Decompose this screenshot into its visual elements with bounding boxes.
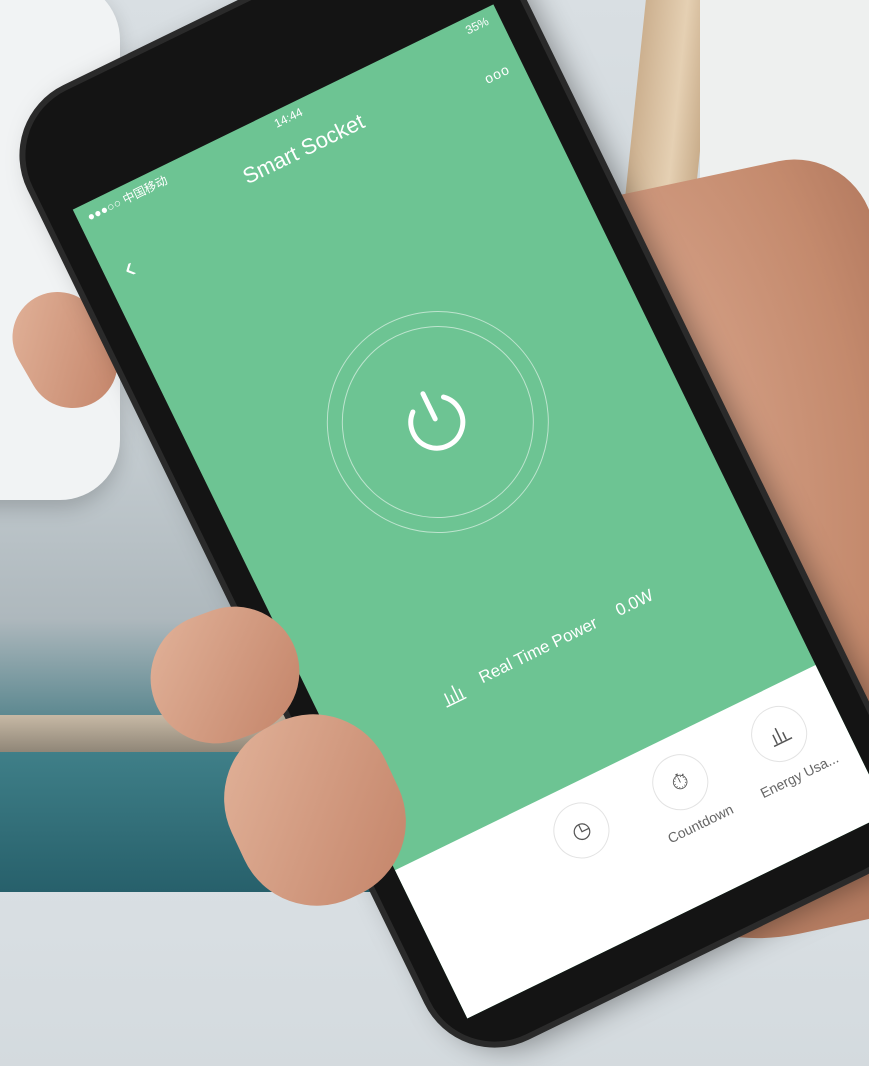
bar-chart-icon	[741, 696, 817, 772]
stopwatch-icon: ⏱	[642, 744, 718, 820]
status-battery: 35%	[463, 14, 491, 38]
real-time-power-label: Real Time Power	[475, 613, 601, 688]
real-time-power-value: 0.0W	[612, 585, 657, 621]
bar-chart-icon	[443, 685, 467, 708]
clock-icon: ◷	[543, 792, 619, 868]
